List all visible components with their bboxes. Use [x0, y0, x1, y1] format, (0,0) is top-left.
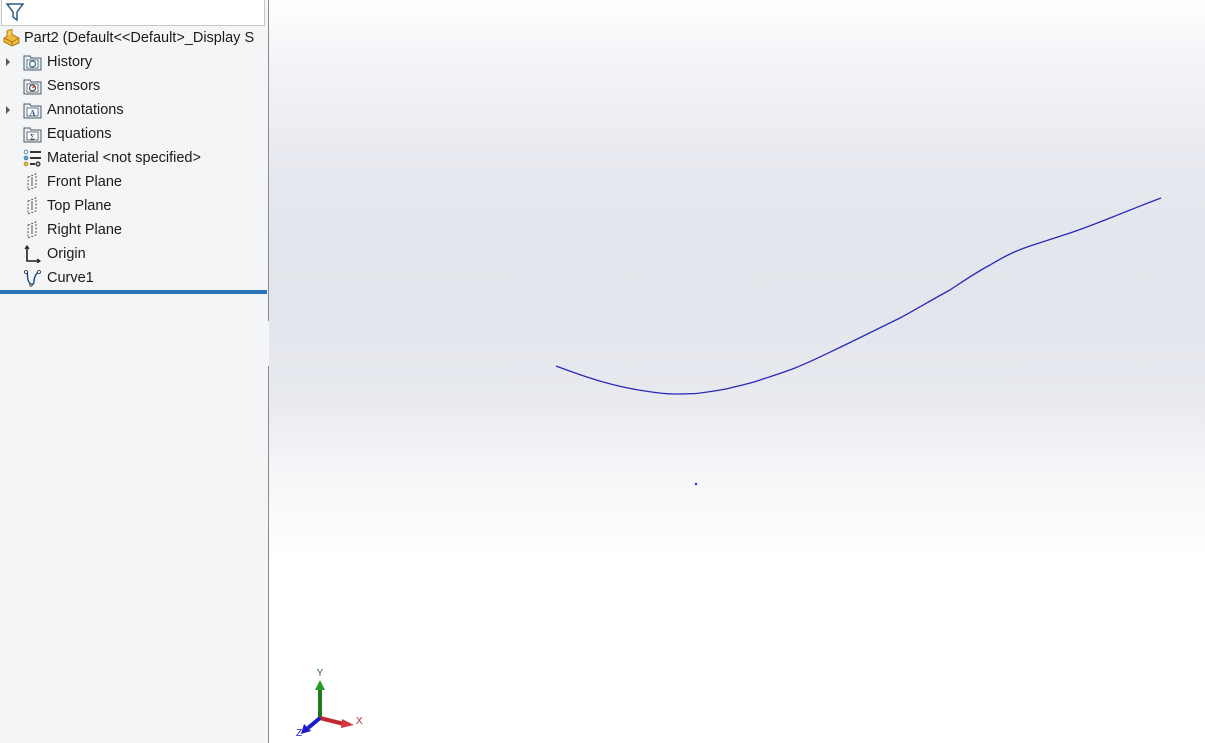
tree-item-annotations[interactable]: A Annotations [0, 98, 268, 122]
plane-icon [27, 173, 37, 191]
reference-triad[interactable]: Y X Z [288, 660, 368, 740]
curve1-spline[interactable] [555, 197, 1162, 395]
expand-arrow-icon[interactable] [6, 58, 10, 66]
tree-item-curve1[interactable]: Curve1 [0, 266, 268, 290]
part-icon [3, 29, 20, 47]
triad-z-axis [306, 716, 322, 730]
tree-item-right-plane[interactable]: Right Plane [0, 218, 268, 242]
tree-item-label: Curve1 [47, 270, 94, 286]
svg-text:A: A [30, 109, 36, 118]
material-icon [23, 149, 41, 167]
feature-manager-panel: Part2 (Default<<Default>_Display S Histo… [0, 0, 268, 743]
tree-item-label: Top Plane [47, 198, 112, 214]
sensors-folder-icon [23, 79, 42, 95]
expand-arrow-icon[interactable] [6, 106, 10, 114]
annotations-folder-icon: A [23, 103, 42, 119]
tree-root-label: Part2 (Default<<Default>_Display S [24, 30, 255, 46]
tree-item-origin[interactable]: Origin [0, 242, 268, 266]
tree-item-material[interactable]: Material <not specified> [0, 146, 268, 170]
tree-item-equations[interactable]: Σ Equations [0, 122, 268, 146]
filter-icon[interactable] [6, 2, 24, 22]
triad-z-label: Z [296, 728, 302, 739]
triad-x-axis [319, 716, 345, 726]
tree-item-label: Material <not specified> [47, 150, 201, 166]
tree-item-label: History [47, 54, 93, 70]
tree-root-part2[interactable]: Part2 (Default<<Default>_Display S [0, 26, 268, 50]
filter-bar[interactable] [1, 0, 265, 26]
plane-icon [27, 221, 37, 239]
tree-item-label: Origin [47, 246, 86, 262]
graphics-area[interactable] [269, 0, 1205, 743]
tree-item-label: Sensors [47, 78, 101, 94]
triad-y-arrowhead [315, 680, 325, 690]
origin-icon [24, 245, 42, 263]
tree-item-label: Annotations [47, 102, 124, 118]
origin-point[interactable] [694, 482, 698, 486]
triad-y-label: Y [317, 668, 324, 679]
rollback-bar[interactable] [0, 290, 267, 294]
tree-item-top-plane[interactable]: Top Plane [0, 194, 268, 218]
triad-x-arrowhead [341, 719, 354, 728]
tree-item-label: Front Plane [47, 174, 122, 190]
graphics-canvas [555, 197, 1162, 486]
tree-item-sensors[interactable]: Sensors [0, 74, 268, 98]
tree-item-label: Right Plane [47, 222, 122, 238]
tree-item-front-plane[interactable]: Front Plane [0, 170, 268, 194]
triad-x-label: X [356, 716, 363, 727]
svg-text:Σ: Σ [30, 133, 35, 142]
tree-item-label: Equations [47, 126, 112, 142]
equations-folder-icon: Σ [23, 127, 42, 143]
plane-icon [27, 197, 37, 215]
history-folder-icon [23, 55, 42, 71]
curve-icon [24, 270, 41, 287]
tree-item-history[interactable]: History [0, 50, 268, 74]
